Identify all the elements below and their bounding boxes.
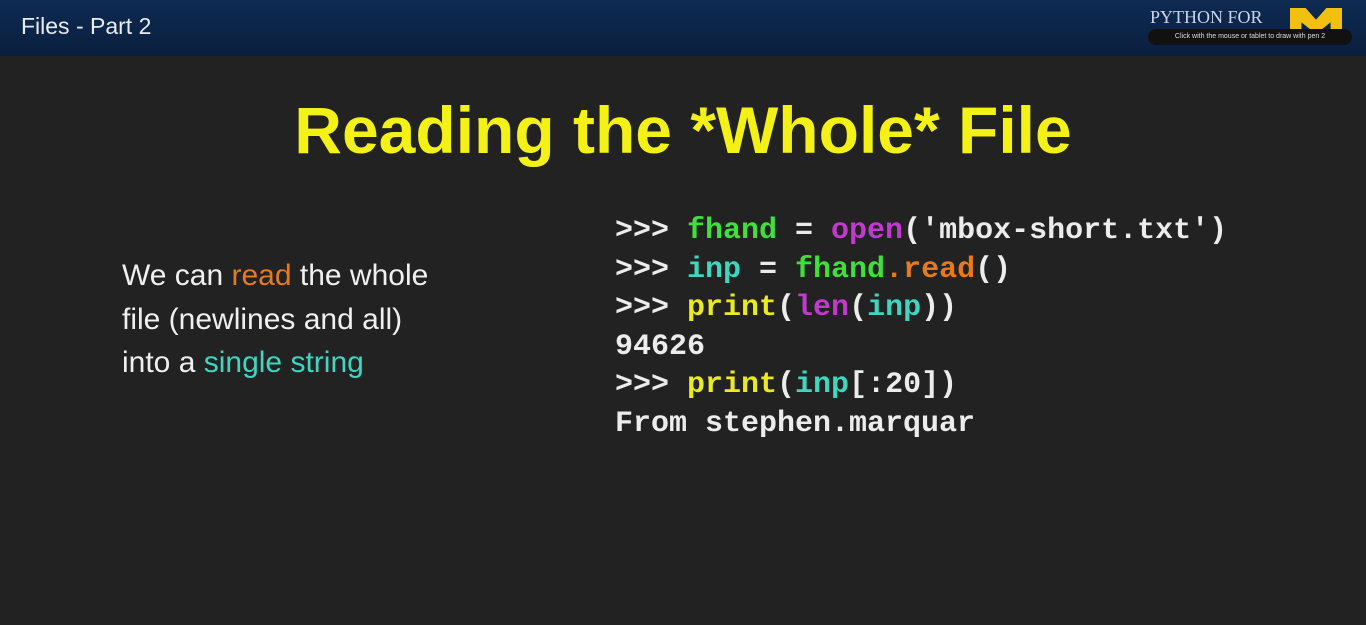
code-token: = [777,214,832,248]
code-token: )) [921,291,958,325]
description-line-1: We can read the whole [122,254,428,298]
code-token: fhand [687,214,778,248]
video-header-bar: Files - Part 2 PYTHON FOR Click with the… [0,0,1366,56]
code-token: >>> [615,291,688,325]
highlight-read: read [231,259,292,292]
code-line: >>> print(len(inp)) [615,289,1227,328]
code-token: .read [885,252,976,287]
slide-description: We can read the whole file (newlines and… [122,254,428,385]
code-token: >>> [615,252,688,287]
code-token: From stephen.marquar [615,406,976,441]
code-line: 94626 [615,328,1227,367]
code-token: >>> [615,214,688,248]
code-token: open [831,214,904,248]
pen-tooltip: Click with the mouse or tablet to draw w… [1148,29,1352,45]
code-line: >>> fhand = open('mbox-short.txt') [615,212,1227,251]
code-token: print [687,368,778,402]
code-token: inp [687,252,742,287]
lecture-title: Files - Part 2 [21,13,152,39]
text: the whole [291,259,429,292]
description-line-2: file (newlines and all) [122,302,403,336]
highlight-single-string: single string [203,346,364,379]
code-line: >>> print(inp[:20]) [615,366,1227,405]
code-token: ( [849,291,868,325]
code-token: 94626 [615,329,706,364]
code-block: >>> fhand = open('mbox-short.txt') >>> in… [615,212,1227,443]
code-token: print [687,291,778,325]
code-token: len [795,291,850,325]
code-token: ( [777,291,796,325]
code-token: inp [795,368,850,402]
brand-text: PYTHON FOR [1150,7,1263,27]
code-token: = [741,252,796,287]
code-token: >>> [615,368,688,402]
code-token: ( [777,368,796,402]
code-line: From stephen.marquar [615,405,1227,444]
code-line: >>> inp = fhand.read() [615,251,1227,290]
code-token: [:20]) [849,368,958,402]
code-token: () [975,252,1012,287]
code-token: ('mbox-short.txt') [903,214,1228,248]
text: We can [122,259,232,292]
description-line-3: into a single string [122,341,428,385]
code-token: inp [867,291,922,325]
text: into a [122,346,204,379]
code-token: fhand [795,252,886,287]
slide-title: Reading the *Whole* File [294,93,1072,167]
